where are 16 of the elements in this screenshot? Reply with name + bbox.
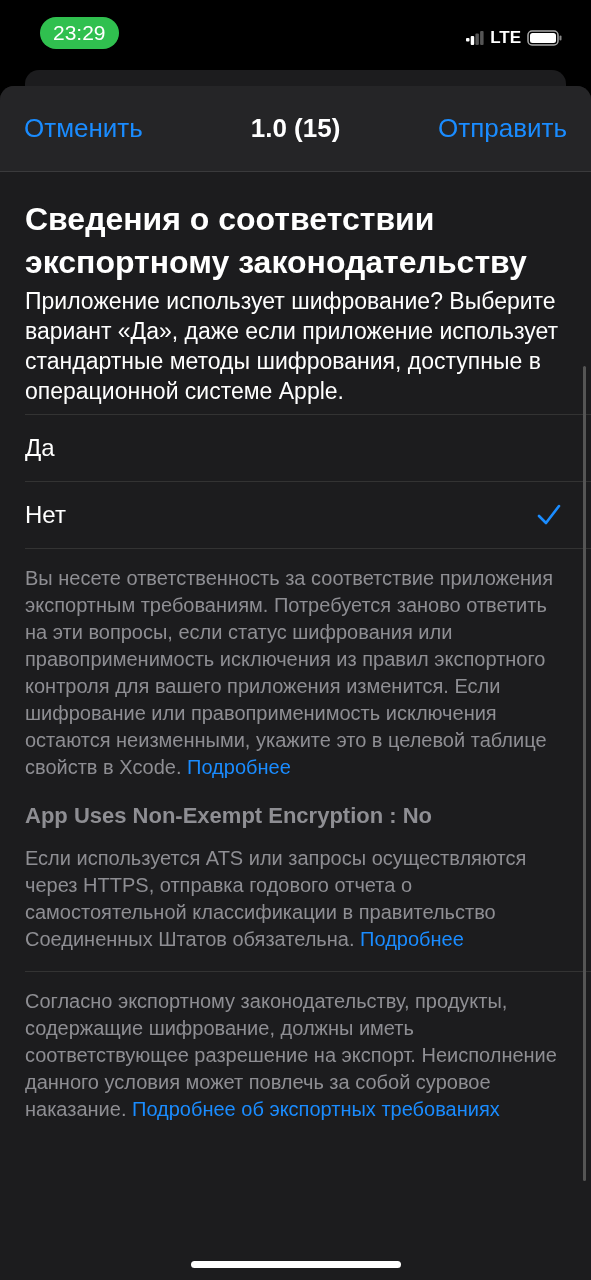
battery-icon — [527, 30, 563, 46]
send-button[interactable]: Отправить — [438, 113, 567, 144]
setting-heading: App Uses Non-Exempt Encryption : No — [25, 803, 434, 829]
export-requirements-link[interactable]: Подробнее об экспортных требованиях — [132, 1098, 500, 1120]
legal-paragraph: Согласно экспортному законодательству, продукты, содержащие шифрование, должны иметь соответствующее разрешение на экспорт. Неисполнение данного условия может повлечь за собой суровое наказание. Подробнее об экспортных требованиях — [25, 989, 558, 1122]
sheet-title: 1.0 (15) — [250, 113, 341, 144]
cancel-button[interactable]: Отменить — [24, 113, 143, 144]
more-link[interactable]: Подробнее — [360, 928, 464, 950]
status-time: 23:29 — [40, 17, 119, 49]
signal-icon — [466, 31, 485, 45]
footnote-paragraph: Вы несете ответственность за соответствие приложения экспортным требованиям. Потребуется заново ответить на эти вопросы, если статус шифрования или правоприменимость исключения из правил экспортного контроля для вашего приложения изменится. Если шифрование или правоприменимость исключения остаются неизменными, укажите это в целевой таблице свойств в Xcode. Подробнее — [25, 566, 555, 780]
section-description: Приложение использует шифрование? Выберите вариант «Да», даже если приложение использует стандартные методы шифрования, доступные в операционной системе Apple. — [25, 287, 560, 406]
more-link[interactable]: Подробнее — [187, 756, 291, 778]
footnote-paragraph: Если используется ATS или запросы осуществляются через HTTPS, отправка годового отчета о самостоятельной классификации в правительство Соединенных Штатов обязательна. Подробнее — [25, 846, 528, 952]
section-title: Сведения о соответствии экспортному законодательству — [25, 200, 528, 282]
network-label: LTE — [490, 28, 521, 48]
